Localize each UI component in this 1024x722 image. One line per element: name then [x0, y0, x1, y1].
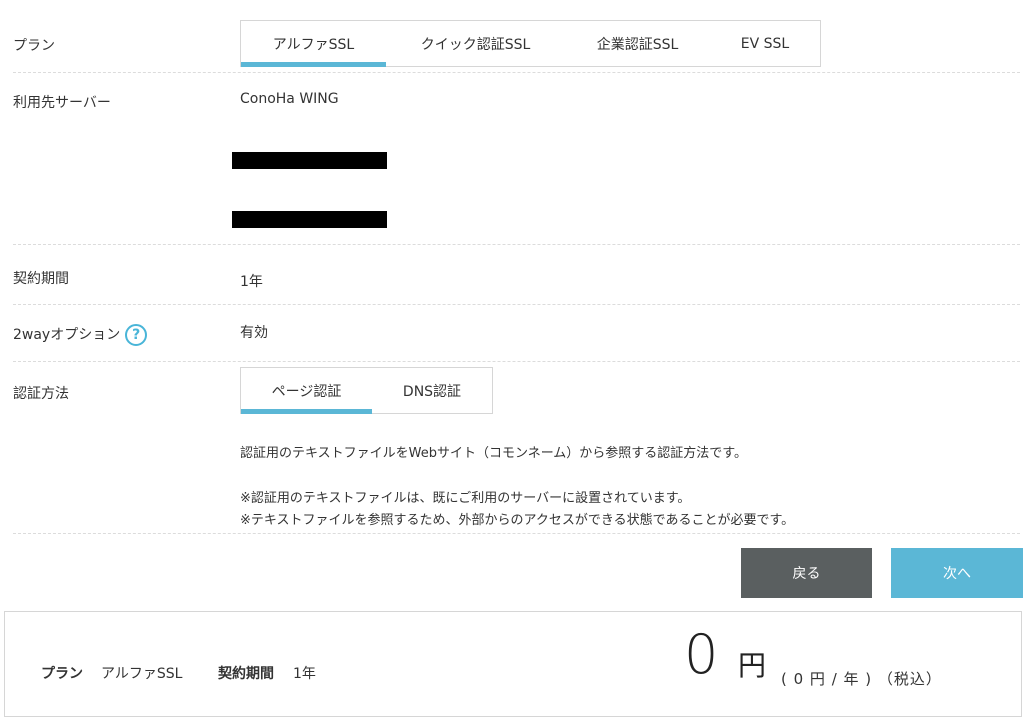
- question-circle-icon[interactable]: ?: [125, 324, 148, 346]
- tab-page-auth[interactable]: ページ認証: [241, 368, 372, 414]
- twoway-value: 有効: [240, 325, 268, 341]
- divider: [13, 361, 1020, 362]
- divider: [13, 72, 1020, 73]
- next-button[interactable]: 次へ: [891, 548, 1023, 598]
- server-value: ConoHa WING: [240, 91, 339, 107]
- back-button[interactable]: 戻る: [741, 548, 872, 598]
- term-label: 契約期間: [13, 271, 69, 287]
- summary-term-value: 1年: [293, 666, 316, 682]
- tab-ev-ssl[interactable]: EV SSL: [710, 21, 820, 66]
- plan-tabs: アルファSSL クイック認証SSL 企業認証SSL EV SSL: [240, 20, 821, 67]
- auth-note: ※テキストファイルを参照するため、外部からのアクセスができる状態であることが必要…: [240, 513, 795, 528]
- price-note: ( 0 円 / 年 ) （税込）: [781, 670, 942, 688]
- summary-term-label: 契約期間: [218, 666, 274, 682]
- tab-quick-ssl[interactable]: クイック認証SSL: [386, 21, 565, 66]
- tab-enterprise-ssl[interactable]: 企業認証SSL: [565, 21, 710, 66]
- auth-description: 認証用のテキストファイルをWebサイト（コモンネーム）から参照する認証方法です。: [240, 446, 748, 461]
- price-currency: 円: [738, 649, 767, 682]
- divider: [13, 304, 1020, 305]
- auth-note: ※認証用のテキストファイルは、既にご利用のサーバーに設置されています。: [240, 491, 691, 506]
- auth-tabs: ページ認証 DNS認証: [240, 367, 493, 414]
- divider: [13, 244, 1020, 245]
- server-label: 利用先サーバー: [13, 95, 111, 111]
- term-value: 1年: [240, 274, 263, 290]
- tab-alpha-ssl[interactable]: アルファSSL: [241, 21, 386, 67]
- twoway-label-wrap: 2wayオプション?: [13, 324, 148, 346]
- order-summary: プラン アルファSSL 契約期間 1年 0 円 ( 0 円 / 年 ) （税込）: [4, 611, 1022, 717]
- summary-plan-label: プラン: [41, 666, 83, 682]
- summary-plan-value: アルファSSL: [101, 666, 183, 682]
- auth-label: 認証方法: [13, 386, 69, 402]
- divider: [13, 533, 1020, 534]
- twoway-label: 2wayオプション: [13, 327, 121, 343]
- total-price: 0: [684, 623, 719, 686]
- tab-dns-auth[interactable]: DNS認証: [372, 368, 492, 413]
- redacted-block: [232, 211, 387, 228]
- plan-label: プラン: [13, 38, 55, 54]
- redacted-block: [232, 152, 387, 169]
